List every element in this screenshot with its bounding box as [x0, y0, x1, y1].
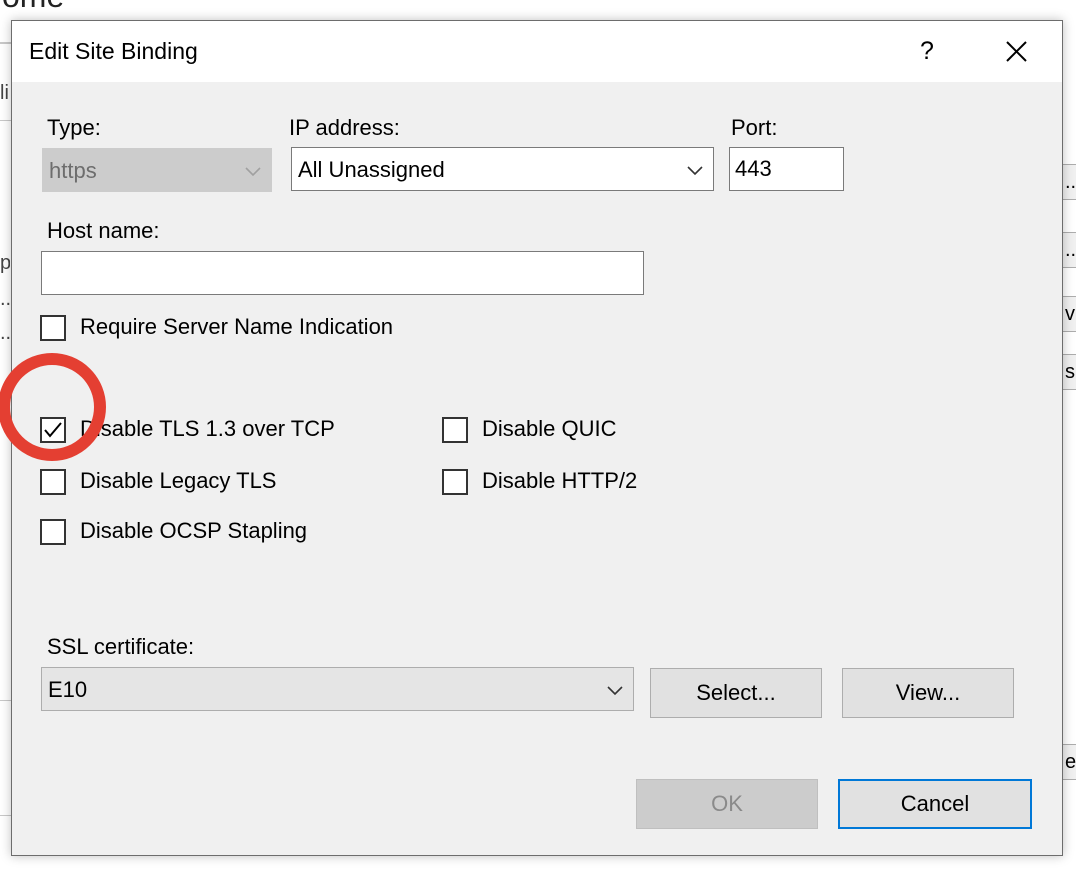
disable-ocsp-stapling-label: Disable OCSP Stapling: [80, 518, 308, 543]
port-input[interactable]: 443: [729, 147, 844, 191]
view-certificate-button[interactable]: View...: [842, 668, 1014, 718]
ip-address-label: IP address:: [289, 115, 400, 140]
close-icon: [1006, 41, 1027, 62]
checkbox-box[interactable]: [442, 417, 468, 443]
background-window-title: ome: [2, 0, 64, 15]
type-label: Type:: [47, 115, 101, 140]
checkbox-box[interactable]: [40, 519, 66, 545]
port-label: Port:: [731, 115, 778, 140]
chevron-down-icon: [245, 167, 261, 177]
close-button[interactable]: [998, 31, 1034, 71]
dialog-titlebar: Edit Site Binding ?: [12, 21, 1062, 82]
ip-address-combobox[interactable]: All Unassigned: [291, 147, 714, 191]
ok-button[interactable]: OK: [636, 779, 818, 829]
require-sni-label: Require Server Name Indication: [80, 314, 394, 339]
background-divider: [0, 120, 11, 121]
checkbox-box[interactable]: [442, 469, 468, 495]
host-name-label: Host name:: [47, 218, 160, 243]
background-action-button[interactable]: e: [1062, 744, 1076, 780]
select-certificate-button[interactable]: Select...: [650, 668, 822, 718]
cancel-button[interactable]: Cancel: [838, 779, 1032, 829]
background-divider: [0, 815, 11, 816]
background-text-fragment: ..: [0, 288, 10, 310]
ip-address-value: All Unassigned: [298, 157, 445, 182]
port-value: 443: [735, 156, 772, 181]
checkbox-box[interactable]: [40, 417, 66, 443]
background-divider: [0, 700, 11, 701]
type-value: https: [49, 158, 97, 183]
checkbox-box[interactable]: [40, 315, 66, 341]
background-text-fragment: li: [0, 82, 9, 104]
disable-legacy-tls-label: Disable Legacy TLS: [80, 468, 277, 493]
disable-quic-label: Disable QUIC: [482, 416, 617, 441]
type-combobox[interactable]: https: [42, 148, 272, 192]
background-text-fragment: ...: [0, 322, 10, 344]
checkbox-box[interactable]: [40, 469, 66, 495]
background-divider: [0, 42, 11, 44]
edit-site-binding-dialog: Edit Site Binding ? Type: https IP addre…: [11, 20, 1063, 856]
checkmark-icon: [44, 422, 62, 438]
background-action-button[interactable]: v: [1062, 296, 1076, 332]
ssl-certificate-combobox[interactable]: E10: [41, 667, 634, 711]
chevron-down-icon: [607, 686, 623, 696]
host-name-input[interactable]: [41, 251, 644, 295]
dialog-title: Edit Site Binding: [29, 38, 198, 64]
disable-tls13-label: Disable TLS 1.3 over TCP: [80, 416, 335, 441]
ssl-certificate-label: SSL certificate:: [47, 634, 195, 659]
help-button[interactable]: ?: [912, 33, 942, 69]
background-action-button[interactable]: s: [1062, 354, 1076, 390]
disable-http2-label: Disable HTTP/2: [482, 468, 638, 493]
ssl-certificate-value: E10: [48, 677, 88, 702]
chevron-down-icon: [687, 166, 703, 176]
background-action-button[interactable]: ...: [1062, 232, 1076, 268]
background-action-button[interactable]: ...: [1062, 164, 1076, 200]
background-text-fragment: p: [0, 252, 10, 274]
